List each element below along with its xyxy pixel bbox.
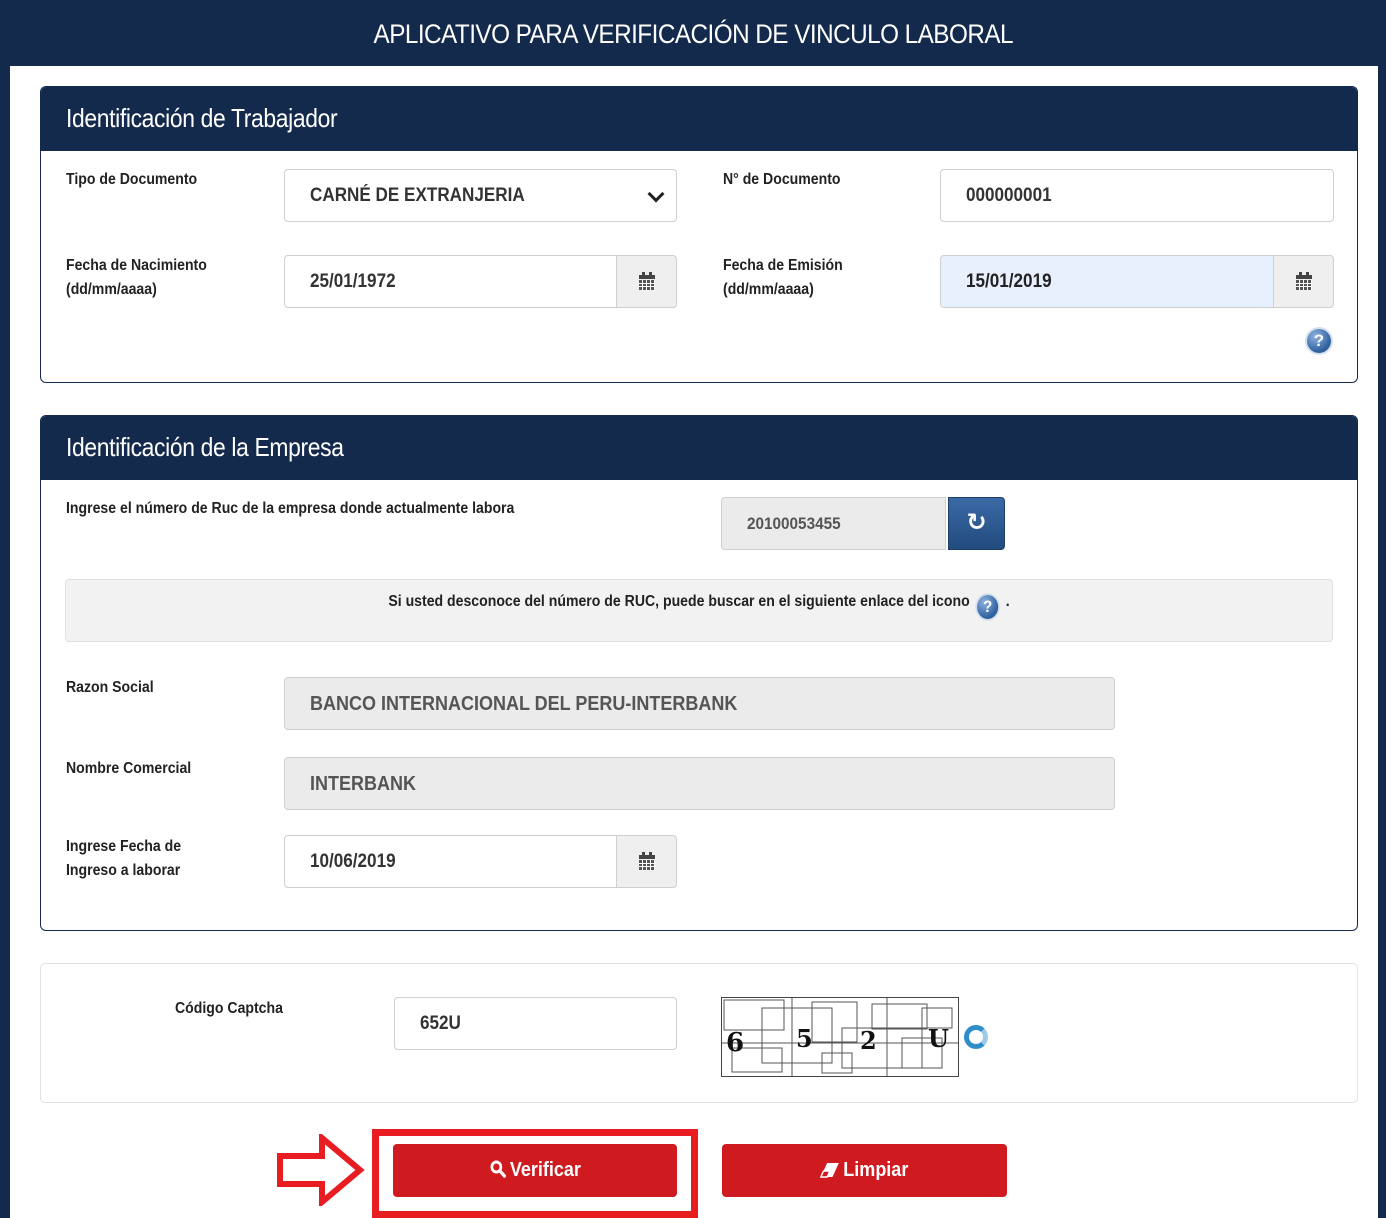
- ruc-label: Ingrese el número de Ruc de la empresa d…: [66, 500, 515, 517]
- nombre-comercial-label: Nombre Comercial: [66, 760, 192, 777]
- ingreso-date-label-line2: Ingreso a laborar: [66, 862, 181, 879]
- birth-date-value: 25/01/1972: [310, 271, 396, 292]
- emission-date-label: Fecha de Emisión (dd/mm/aaaa): [723, 254, 843, 302]
- emission-date-value: 15/01/2019: [966, 271, 1052, 292]
- doc-number-label: N° de Documento: [723, 171, 841, 188]
- eraser-icon: [820, 1163, 840, 1178]
- captcha-char: U: [928, 1024, 949, 1053]
- doc-type-selected: CARNÉ DE EXTRANJERIA: [310, 185, 525, 206]
- captcha-char: 2: [860, 1026, 877, 1055]
- ruc-info-box: Si usted desconoce del número de RUC, pu…: [65, 579, 1333, 642]
- ruc-refresh-button[interactable]: ↻: [948, 497, 1005, 550]
- ruc-info-suffix: .: [1005, 593, 1010, 610]
- birth-date-label-line2: (dd/mm/aaaa): [66, 281, 157, 298]
- captcha-char: 6: [726, 1028, 745, 1058]
- help-icon[interactable]: ?: [977, 595, 999, 619]
- verify-button-label: Verificar: [509, 1159, 581, 1181]
- app-title-bar: APLICATIVO PARA VERIFICACIÓN DE VINCULO …: [0, 0, 1386, 66]
- captcha-char: 5: [796, 1024, 813, 1053]
- doc-type-label: Tipo de Documento: [66, 171, 198, 188]
- captcha-input[interactable]: 652U: [394, 997, 677, 1050]
- ruc-info-message: Si usted desconoce del número de RUC, pu…: [388, 593, 970, 610]
- captcha-value: 652U: [420, 1013, 461, 1034]
- ingreso-date-calendar-button[interactable]: [617, 835, 677, 888]
- doc-number-input[interactable]: 000000001: [940, 169, 1334, 222]
- birth-date-calendar-button[interactable]: [617, 255, 677, 308]
- company-panel: Identificación de la Empresa: [40, 415, 1358, 931]
- captcha-image: 6 5 2 U: [721, 997, 959, 1077]
- company-panel-header: Identificación de la Empresa: [41, 416, 1357, 480]
- verify-button[interactable]: Verificar: [393, 1144, 677, 1197]
- nombre-comercial-input: INTERBANK: [284, 757, 1115, 810]
- worker-panel-title: Identificación de Trabajador: [66, 103, 338, 133]
- birth-date-label-line1: Fecha de Nacimiento: [66, 257, 207, 274]
- app-title: APLICATIVO PARA VERIFICACIÓN DE VINCULO …: [373, 19, 1013, 49]
- calendar-icon: [639, 852, 655, 870]
- emission-date-label-line2: (dd/mm/aaaa): [723, 281, 814, 298]
- doc-type-select[interactable]: CARNÉ DE EXTRANJERIA: [284, 169, 677, 222]
- worker-panel: Identificación de Trabajador: [40, 86, 1358, 383]
- clear-button-label: Limpiar: [843, 1159, 909, 1181]
- nombre-comercial-value: INTERBANK: [310, 773, 417, 795]
- ruc-input[interactable]: 20100053455: [721, 497, 946, 550]
- search-icon: [490, 1160, 506, 1178]
- doc-number-value: 000000001: [966, 185, 1052, 206]
- ingreso-date-value: 10/06/2019: [310, 851, 396, 872]
- ingreso-date-input[interactable]: 10/06/2019: [284, 835, 617, 888]
- clear-button[interactable]: Limpiar: [722, 1144, 1007, 1197]
- captcha-label: Código Captcha: [175, 1000, 283, 1017]
- refresh-icon: ↻: [966, 509, 987, 536]
- birth-date-input[interactable]: 25/01/1972: [284, 255, 617, 308]
- captcha-panel: [40, 963, 1358, 1103]
- emission-date-input[interactable]: 15/01/2019: [940, 255, 1274, 308]
- worker-panel-header: Identificación de Trabajador: [41, 87, 1357, 151]
- clear-button-content: Limpiar: [820, 1144, 909, 1197]
- refresh-icon[interactable]: [964, 1025, 988, 1049]
- chevron-down-icon: [647, 185, 665, 203]
- emission-date-calendar-button[interactable]: [1274, 255, 1334, 308]
- calendar-icon: [639, 272, 655, 290]
- company-panel-title: Identificación de la Empresa: [66, 432, 344, 462]
- ingreso-date-label-line1: Ingrese Fecha de: [66, 838, 182, 855]
- ingreso-date-label: Ingrese Fecha de Ingreso a laborar: [66, 835, 181, 883]
- ruc-info-text: Si usted desconoce del número de RUC, pu…: [388, 580, 1010, 624]
- ruc-value: 20100053455: [747, 514, 841, 533]
- birth-date-label: Fecha de Nacimiento (dd/mm/aaaa): [66, 254, 207, 302]
- razon-social-value: BANCO INTERNACIONAL DEL PERU-INTERBANK: [310, 693, 738, 715]
- razon-social-input: BANCO INTERNACIONAL DEL PERU-INTERBANK: [284, 677, 1115, 730]
- emission-date-label-line1: Fecha de Emisión: [723, 257, 843, 274]
- razon-social-label: Razon Social: [66, 679, 154, 696]
- verify-button-content: Verificar: [490, 1144, 581, 1197]
- arrow-right-icon: [277, 1134, 365, 1206]
- captcha-noise: [722, 998, 958, 1076]
- calendar-icon: [1296, 272, 1312, 290]
- help-icon[interactable]: ?: [1307, 329, 1331, 353]
